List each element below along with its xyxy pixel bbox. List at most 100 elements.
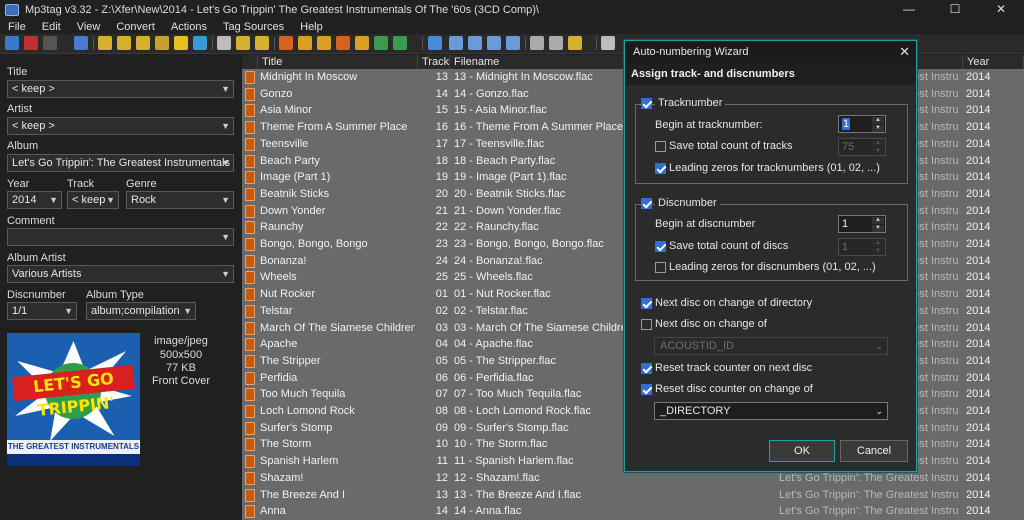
close-button[interactable]: ✕ [978, 0, 1024, 19]
begin-tracknumber-spinner[interactable]: 1 ▲ ▼ [838, 115, 886, 133]
album-field[interactable]: Let's Go Trippin': The Greatest Instrume… [7, 154, 234, 172]
column-header-title[interactable]: Title [258, 55, 418, 69]
comment-field[interactable]: ▼ [7, 228, 234, 246]
flac-file-icon [245, 137, 255, 151]
list-icon[interactable] [468, 36, 482, 50]
total-discs-spinner: 1 ▲ ▼ [838, 238, 886, 256]
menu-convert[interactable]: Convert [108, 21, 163, 33]
reset-track-counter-checkbox[interactable] [641, 363, 652, 374]
filename-filename-icon[interactable] [317, 36, 331, 50]
cell-album: Let's Go Trippin': The Greatest Instrume… [779, 505, 959, 518]
spin-down-icon[interactable]: ▼ [872, 225, 884, 232]
cell-year: 2014 [966, 488, 991, 501]
year-value: 2014 [12, 194, 37, 206]
discnumber-group-label: Discnumber [655, 197, 720, 209]
select-all-icon[interactable] [217, 36, 231, 50]
icon-column-header[interactable] [242, 55, 258, 69]
cell-track: 13 [435, 488, 448, 501]
flac-file-icon [245, 455, 255, 469]
menu-view[interactable]: View [69, 21, 109, 33]
artist-field[interactable]: < keep > ▼ [7, 117, 234, 135]
app-icon [5, 3, 19, 16]
track-field[interactable]: < keep ▼ [67, 191, 119, 209]
next-disc-directory-checkbox[interactable] [641, 298, 652, 309]
open-folder-icon[interactable] [98, 36, 112, 50]
add-folder-icon[interactable] [117, 36, 131, 50]
minimize-button[interactable]: — [886, 0, 932, 19]
redo-icon[interactable] [74, 36, 88, 50]
web-source-icon[interactable] [568, 36, 582, 50]
discnumber-checkbox[interactable] [641, 198, 652, 209]
title-field[interactable]: < keep > ▼ [7, 80, 234, 98]
cell-track: 25 [435, 271, 448, 284]
table-row[interactable]: Shazam! 12 12 - Shazam!.flac Let's Go Tripp… [242, 470, 1024, 487]
flac-file-icon [245, 154, 255, 168]
playlist-icon[interactable] [155, 36, 169, 50]
cell-filename: 12 - Shazam!.flac [454, 471, 540, 484]
dialog-close-icon[interactable]: ✕ [899, 41, 910, 63]
refresh-icon[interactable] [193, 36, 207, 50]
star-icon[interactable] [174, 36, 188, 50]
flac-file-icon [245, 321, 255, 335]
flac-file-icon [245, 438, 255, 452]
album-cover[interactable]: LET'S GO TRIPPIN' THE GREATEST INSTRUMEN… [7, 333, 140, 466]
menu-actions[interactable]: Actions [163, 21, 215, 33]
cell-title: Shazam! [260, 471, 304, 484]
chevron-down-icon: ⌄ [875, 341, 883, 351]
discnumber-field[interactable]: 1/1 ▼ [7, 302, 77, 320]
reset-disc-field-select[interactable]: _DIRECTORY ⌄ [654, 402, 888, 420]
copy-icon[interactable] [236, 36, 250, 50]
cell-filename: 14 - Anna.flac [454, 505, 522, 518]
column-header-year[interactable]: Year [963, 55, 1024, 69]
ok-button[interactable]: OK [769, 440, 835, 462]
year-field[interactable]: 2014 ▼ [7, 191, 62, 209]
table-row[interactable]: Anna 14 14 - Anna.flac Let's Go Trippin': T… [242, 503, 1024, 520]
cell-title: Too Much Tequila [260, 388, 346, 401]
maximize-button[interactable]: ☐ [932, 0, 978, 19]
paste-icon[interactable] [255, 36, 269, 50]
undo-icon[interactable] [43, 36, 57, 50]
comment-label: Comment [7, 215, 55, 227]
spin-down-icon[interactable]: ▼ [872, 125, 884, 132]
flac-file-icon [245, 254, 255, 268]
leading-zeros-tracks-checkbox[interactable] [655, 163, 666, 174]
cancel-button[interactable]: Cancel [840, 440, 908, 462]
leading-zeros-discs-checkbox[interactable] [655, 262, 666, 273]
next-disc-field-checkbox[interactable] [641, 319, 652, 330]
menu-file[interactable]: File [0, 21, 34, 33]
column-header-track[interactable]: Track [418, 55, 450, 69]
table-row[interactable]: The Breeze And I 13 13 - The Breeze And I.… [242, 487, 1024, 504]
actions-icon[interactable] [374, 36, 388, 50]
folder-view-icon[interactable] [549, 36, 563, 50]
remove-tag-icon[interactable] [24, 36, 38, 50]
spin-up-icon[interactable]: ▲ [872, 117, 884, 124]
album-artist-field[interactable]: Various Artists ▼ [7, 265, 234, 283]
wrench-icon[interactable] [601, 36, 615, 50]
text-file-tag-icon[interactable] [336, 36, 350, 50]
flac-file-icon [245, 171, 255, 185]
tag-tag-icon[interactable] [355, 36, 369, 50]
playlist-create-icon[interactable] [449, 36, 463, 50]
filename-tag-icon[interactable] [298, 36, 312, 50]
tracknumber-checkbox[interactable] [641, 98, 652, 109]
player-icon[interactable] [530, 36, 544, 50]
spin-up-icon[interactable]: ▲ [872, 217, 884, 224]
album-type-field[interactable]: album;compilation ▼ [86, 302, 196, 320]
track-value: < keep [72, 194, 106, 206]
save-icon[interactable] [5, 36, 19, 50]
save-total-tracks-checkbox[interactable] [655, 141, 666, 152]
list2-icon[interactable] [487, 36, 501, 50]
begin-discnumber-spinner[interactable]: 1 ▲ ▼ [838, 215, 886, 233]
list3-icon[interactable] [506, 36, 520, 50]
genre-field[interactable]: Rock ▼ [126, 191, 234, 209]
menu-edit[interactable]: Edit [34, 21, 69, 33]
tag-filename-icon[interactable] [279, 36, 293, 50]
favorite-folder-icon[interactable] [136, 36, 150, 50]
export-icon[interactable] [428, 36, 442, 50]
actions-quick-icon[interactable] [393, 36, 407, 50]
album-artist-value: Various Artists [12, 268, 82, 280]
menu-tag-sources[interactable]: Tag Sources [215, 21, 292, 33]
save-total-discs-checkbox[interactable] [655, 241, 666, 252]
menu-help[interactable]: Help [292, 21, 331, 33]
reset-disc-counter-checkbox[interactable] [641, 384, 652, 395]
